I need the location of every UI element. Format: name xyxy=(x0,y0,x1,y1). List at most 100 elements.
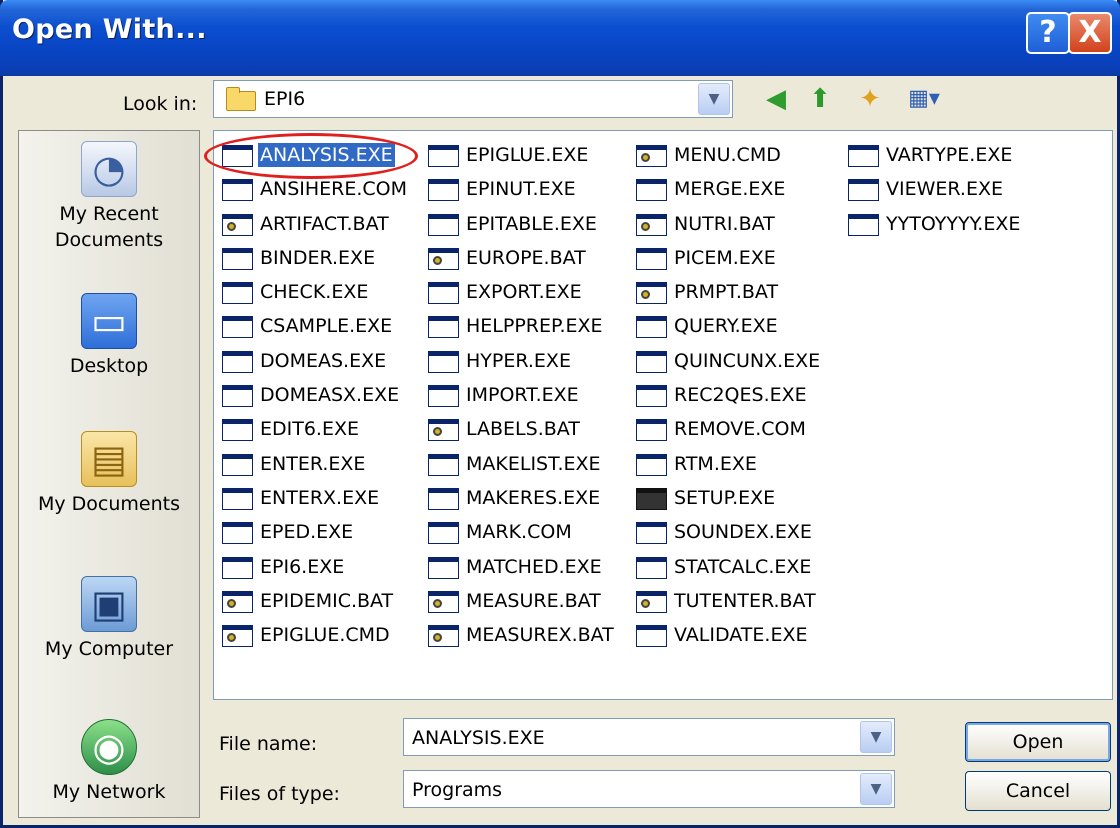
place-my-computer[interactable]: ▣ My Computer xyxy=(19,576,199,662)
batch-file-icon xyxy=(222,213,253,236)
batch-file-icon xyxy=(428,625,459,648)
file-name: EPITABLE.EXE xyxy=(466,212,597,235)
application-icon xyxy=(222,282,253,305)
file-name: DOMEASX.EXE xyxy=(260,384,400,407)
file-name: MENU.CMD xyxy=(674,144,781,166)
application-icon xyxy=(222,179,253,202)
file-name: MEASURE.BAT xyxy=(466,589,601,612)
application-icon xyxy=(222,145,253,167)
file-name: BINDER.EXE xyxy=(260,246,376,269)
file-name: RTM.EXE xyxy=(674,452,757,475)
close-button[interactable]: X xyxy=(1068,12,1112,54)
desktop-icon: ▭ xyxy=(81,293,137,349)
file-name: LABELS.BAT xyxy=(466,418,580,441)
file-name: CSAMPLE.EXE xyxy=(260,315,393,338)
file-name: PICEM.EXE xyxy=(674,246,776,269)
application-icon xyxy=(222,556,253,579)
file-name: ANALYSIS.EXE xyxy=(258,143,395,167)
application-icon xyxy=(636,522,667,545)
application-icon xyxy=(636,350,667,373)
file-name: EDIT6.EXE xyxy=(260,418,359,441)
views-menu-icon[interactable]: ▦▾ xyxy=(899,82,949,116)
place-label: Desktop xyxy=(69,355,149,377)
file-name: ENTERX.EXE xyxy=(260,486,380,509)
open-with-dialog: Open With... ? X Look in: EPI6 ▼ ◀ ⬆ ✦ ▦… xyxy=(0,0,1120,828)
title-bar[interactable]: Open With... ? X xyxy=(0,0,1120,76)
chevron-down-icon[interactable]: ▼ xyxy=(698,83,730,115)
file-name: MAKELIST.EXE xyxy=(466,452,601,475)
file-name: VARTYPE.EXE xyxy=(886,144,1013,166)
application-icon xyxy=(636,316,667,339)
file-list[interactable]: ANALYSIS.EXE ANSIHERE.COM ARTIFACT.BAT BIND… xyxy=(204,130,1113,700)
application-icon xyxy=(636,625,667,648)
application-icon xyxy=(428,145,459,167)
file-name: EPINUT.EXE xyxy=(466,178,576,201)
my-computer-icon: ▣ xyxy=(81,576,137,632)
application-icon xyxy=(222,247,253,270)
look-in-label: Look in: xyxy=(123,93,198,115)
place-label: My Computer xyxy=(44,638,174,660)
place-desktop[interactable]: ▭ Desktop xyxy=(19,293,199,379)
application-icon xyxy=(428,316,459,339)
up-folder-icon[interactable]: ⬆ xyxy=(803,82,837,116)
files-of-type-dropdown[interactable]: Programs ▼ xyxy=(403,770,895,808)
application-icon xyxy=(428,487,459,510)
chevron-down-icon[interactable]: ▼ xyxy=(860,721,892,753)
application-icon xyxy=(636,453,667,476)
file-name: HELPPREP.EXE xyxy=(466,315,603,338)
application-icon xyxy=(428,282,459,305)
help-button[interactable]: ? xyxy=(1026,12,1070,54)
file-name: QUINCUNX.EXE xyxy=(674,349,821,372)
application-icon xyxy=(428,556,459,579)
files-of-type-label: Files of type: xyxy=(219,783,340,805)
file-name: EPIDEMIC.BAT xyxy=(260,589,394,612)
file-name: IMPORT.EXE xyxy=(466,384,579,407)
recent-documents-icon: ◔ xyxy=(81,141,137,197)
file-name: TUTENTER.BAT xyxy=(674,589,816,612)
place-my-recent-documents[interactable]: ◔ My Recent Documents xyxy=(19,141,199,253)
my-network-icon: ◉ xyxy=(81,719,137,775)
place-my-documents[interactable]: ▤ My Documents xyxy=(19,431,199,517)
batch-file-icon xyxy=(428,419,459,442)
batch-file-icon xyxy=(222,625,253,648)
application-icon xyxy=(636,556,667,579)
application-icon xyxy=(428,522,459,545)
application-icon xyxy=(636,385,667,408)
place-label: My Documents xyxy=(37,493,180,515)
batch-file-icon xyxy=(636,590,667,613)
file-name: NUTRI.BAT xyxy=(674,212,775,235)
application-icon xyxy=(428,213,459,236)
file-name: DOMEAS.EXE xyxy=(260,349,387,372)
file-name: EPIGLUE.CMD xyxy=(260,624,390,647)
batch-file-icon xyxy=(636,145,667,167)
cancel-button[interactable]: Cancel xyxy=(965,771,1111,811)
look-in-dropdown[interactable]: EPI6 ▼ xyxy=(213,80,733,118)
open-button[interactable]: Open xyxy=(965,722,1111,762)
application-icon xyxy=(848,179,879,202)
application-icon xyxy=(222,350,253,373)
look-in-value: EPI6 xyxy=(264,88,306,110)
file-name: CHECK.EXE xyxy=(260,281,369,304)
chevron-down-icon[interactable]: ▼ xyxy=(860,773,892,805)
folder-icon xyxy=(226,87,256,111)
batch-file-icon xyxy=(636,282,667,305)
application-icon xyxy=(636,247,667,270)
back-icon[interactable]: ◀ xyxy=(759,82,793,116)
application-icon xyxy=(848,213,879,236)
place-label: My Network xyxy=(52,781,166,803)
application-icon xyxy=(428,453,459,476)
my-documents-icon: ▤ xyxy=(81,431,137,487)
place-my-network[interactable]: ◉ My Network xyxy=(19,719,199,805)
application-icon xyxy=(636,419,667,442)
file-name: EPIGLUE.EXE xyxy=(466,144,589,166)
file-name: YYTOYYYY.EXE xyxy=(886,212,1021,235)
setup-icon xyxy=(636,487,667,510)
application-icon xyxy=(428,179,459,202)
file-name: MARK.COM xyxy=(466,521,572,544)
file-name: HYPER.EXE xyxy=(466,349,571,372)
file-name-field[interactable]: ANALYSIS.EXE ▼ xyxy=(403,718,895,756)
new-folder-icon[interactable]: ✦ xyxy=(853,82,887,116)
file-name-label: File name: xyxy=(219,733,318,755)
file-name: VALIDATE.EXE xyxy=(674,624,808,647)
batch-file-icon xyxy=(636,213,667,236)
